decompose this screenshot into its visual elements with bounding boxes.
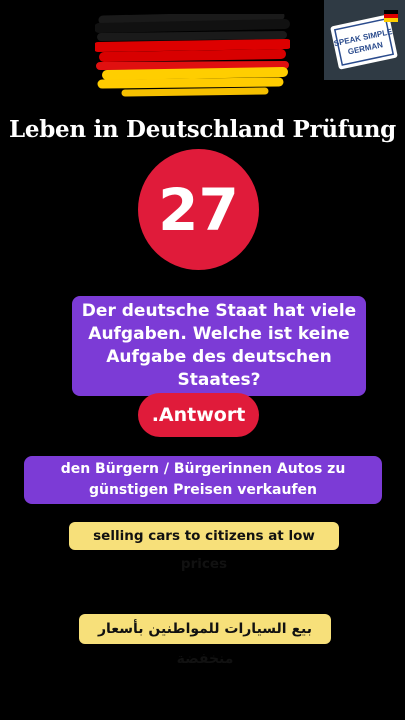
question-text: Der deutsche Staat hat viele Aufgaben. W… — [72, 296, 366, 396]
answer-arabic: بيع السيارات للمواطنين بأسعار منخفضة — [79, 614, 331, 667]
speak-simple-german-logo-icon: SPEAK SIMPLE GERMAN — [324, 0, 405, 80]
answer-german: den Bürgern / Bürgerinnen Autos zu günst… — [24, 456, 382, 504]
page-title: Leben in Deutschland Prüfung — [9, 116, 396, 143]
german-flag-icon — [95, 14, 290, 97]
question-number-badge: 27 — [138, 149, 259, 270]
answer-english: selling cars to citizens at low prices — [69, 522, 339, 572]
answer-button[interactable]: .Antwort — [138, 393, 259, 437]
